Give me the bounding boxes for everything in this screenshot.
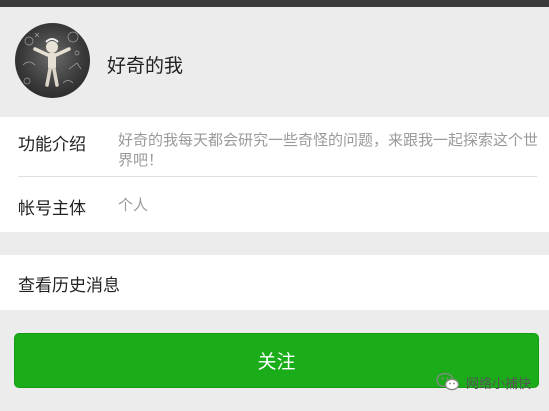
watermark: 网络小捕快 bbox=[436, 372, 531, 392]
intro-value: 好奇的我每天都会研究一些奇怪的问题，来跟我一起探索这个世界吧！ bbox=[118, 131, 539, 169]
account-label: 帐号主体 bbox=[18, 199, 86, 219]
history-label: 查看历史消息 bbox=[18, 276, 120, 296]
intro-label: 功能介绍 bbox=[18, 135, 86, 155]
profile-header: 好奇的我 bbox=[0, 7, 549, 117]
info-card: 功能介绍 好奇的我每天都会研究一些奇怪的问题，来跟我一起探索这个世界吧！ 帐号主… bbox=[0, 117, 549, 232]
history-row[interactable]: 查看历史消息 bbox=[0, 255, 549, 310]
watermark-text: 网络小捕快 bbox=[466, 376, 532, 392]
account-value: 个人 bbox=[118, 196, 149, 214]
wechat-logo-icon bbox=[436, 372, 460, 391]
avatar-figure-icon bbox=[22, 31, 82, 87]
status-bar bbox=[0, 0, 549, 7]
avatar bbox=[15, 23, 90, 98]
profile-name: 好奇的我 bbox=[107, 55, 184, 77]
info-divider bbox=[18, 176, 537, 177]
